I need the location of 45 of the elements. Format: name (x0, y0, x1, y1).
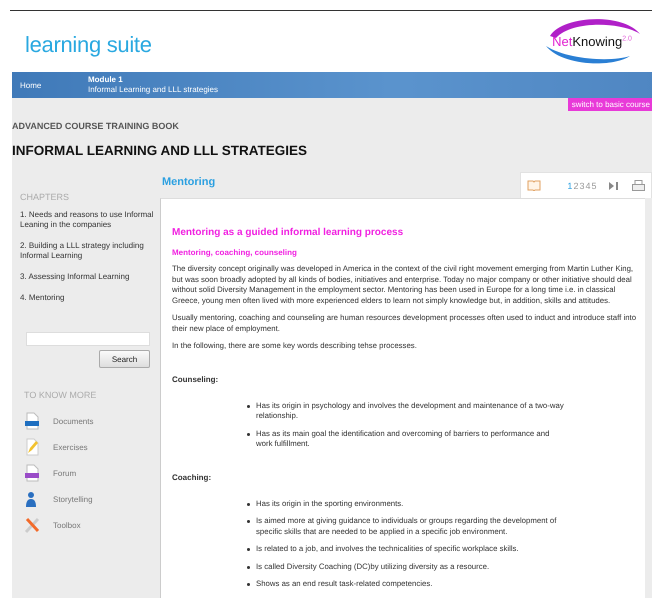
chapter-link[interactable]: 3. Assessing Informal Learning (20, 272, 154, 282)
book-title: INFORMAL LEARNING AND LLL STRATEGIES (12, 143, 308, 158)
logo-text: learning suite (25, 32, 152, 58)
resource-link[interactable]: Exercises (53, 442, 88, 452)
page-link[interactable]: 1 (566, 180, 573, 190)
article-subheading: Mentoring, coaching, counseling (172, 248, 298, 257)
page-link[interactable]: 4 (584, 180, 591, 190)
tools-icon (24, 516, 40, 534)
bullet-icon (247, 548, 250, 551)
section-title: Mentoring (162, 176, 216, 188)
resource-link[interactable]: Storytelling (53, 494, 93, 504)
document-icon (24, 412, 40, 430)
resource-link[interactable]: Toolbox (53, 520, 81, 530)
print-icon[interactable] (632, 180, 645, 191)
module-title: Module 1 (88, 75, 124, 85)
file-icon (24, 464, 40, 482)
search-button[interactable]: Search (99, 350, 150, 368)
list-heading: Counseling: (172, 374, 220, 384)
switch-course-button[interactable]: switch to basic course (568, 98, 652, 111)
chapter-link[interactable]: 1. Needs and reasons to use Informal Leaning in the companies (20, 210, 154, 230)
bullet-icon (247, 432, 250, 436)
section-heading: CHAPTERS (20, 192, 70, 202)
brand-logo: NetKnowing$^{2.0}$ (542, 16, 642, 68)
bullet-icon (247, 520, 250, 523)
article-heading: Mentoring as a guided informal learning process (172, 227, 404, 238)
chapter-link[interactable]: 4. Mentoring (20, 293, 154, 303)
home-link[interactable]: Home (20, 80, 88, 90)
page-link[interactable]: 3 (578, 180, 585, 190)
book-icon[interactable] (527, 180, 541, 191)
book-label: ADVANCED COURSE TRAINING BOOK (12, 121, 180, 131)
page-link[interactable]: 5 (590, 180, 597, 190)
list-heading: Coaching: (172, 472, 212, 482)
page-link[interactable]: 2 (572, 180, 579, 190)
bullet-icon (247, 566, 250, 568)
chapter-link[interactable]: 2. Building a LLL strategy including Informal Learning (20, 241, 154, 261)
section-heading: TO KNOW MORE (24, 390, 98, 400)
search-field[interactable] (26, 332, 150, 346)
bullet-icon (247, 502, 250, 506)
pencil-icon (24, 438, 40, 456)
last-page-icon[interactable] (609, 182, 618, 190)
module-subtitle: Informal Learning and LLL strategies (88, 85, 218, 95)
resource-link[interactable]: Forum (53, 468, 76, 478)
bullet-icon (247, 583, 250, 586)
resource-link[interactable]: Documents (53, 416, 94, 426)
bullet-icon (247, 404, 250, 408)
